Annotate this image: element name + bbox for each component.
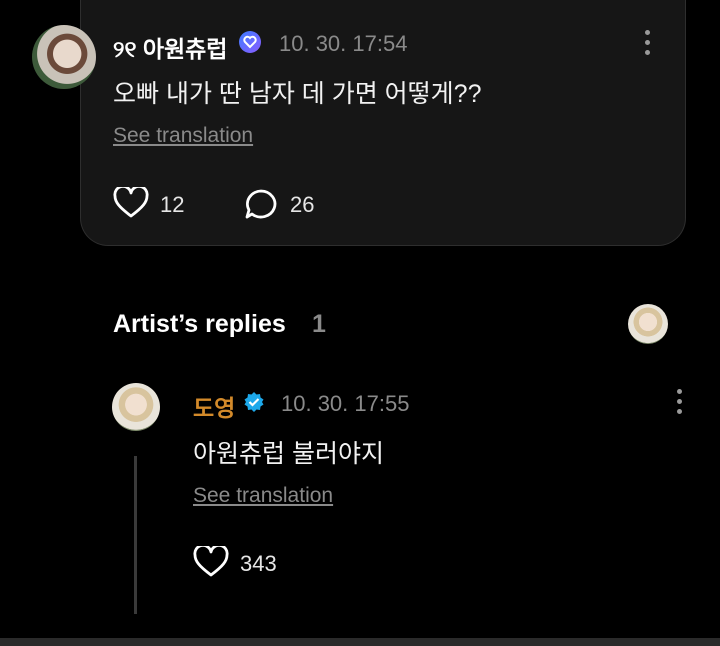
membership-badge-icon	[239, 31, 261, 53]
comment-more-icon[interactable]	[645, 30, 651, 60]
reply-more-icon[interactable]	[677, 389, 683, 419]
comment-like-count: 12	[160, 192, 185, 217]
bottom-divider	[0, 638, 720, 646]
like-heart-icon[interactable]	[113, 184, 149, 224]
comment-timestamp: 10. 30. 17:54	[279, 31, 408, 56]
artist-replies-title: Artist’s replies	[113, 310, 286, 338]
verified-badge-icon	[243, 391, 265, 418]
thread-line	[134, 456, 137, 614]
reply-bubble-icon[interactable]	[244, 188, 278, 225]
artist-avatar-small[interactable]	[628, 304, 668, 344]
commenter-username[interactable]: ୨୧ 아원츄럽	[113, 30, 227, 64]
commenter-avatar[interactable]	[32, 25, 96, 89]
artist-reply-avatar[interactable]	[112, 383, 160, 431]
reply-like-heart-icon[interactable]	[193, 543, 229, 583]
reply-like-count: 343	[240, 551, 277, 576]
comment-see-translation-link[interactable]: See translation	[113, 124, 253, 148]
reply-see-translation-link[interactable]: See translation	[193, 484, 333, 508]
comment-reply-count: 26	[290, 192, 315, 217]
reply-text: 아원츄럽 불러야지	[193, 440, 384, 468]
reply-timestamp: 10. 30. 17:55	[281, 391, 410, 416]
artist-username[interactable]: 도영	[193, 389, 235, 423]
comment-text: 오빠 내가 딴 남자 데 가면 어떻게??	[113, 80, 482, 108]
artist-replies-count: 1	[312, 310, 326, 338]
